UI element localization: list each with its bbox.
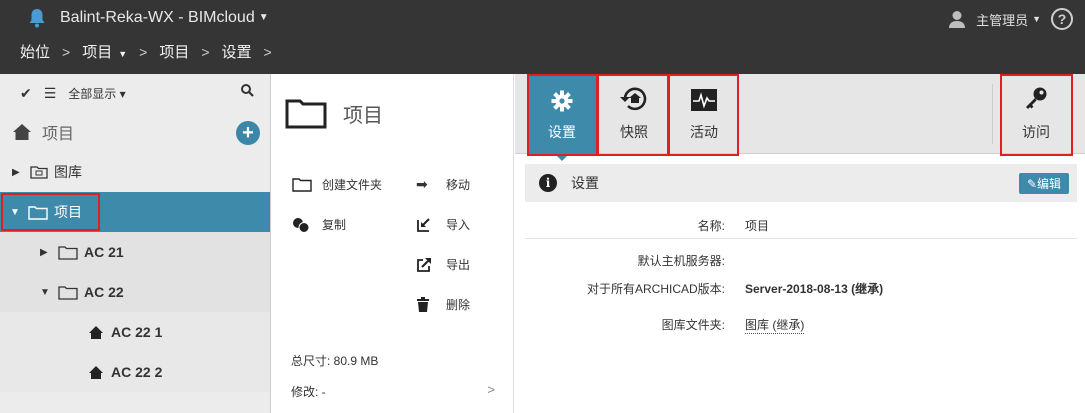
export-button[interactable]: 导出 [416, 256, 470, 273]
chevron-right-icon: > [263, 43, 272, 60]
caret-down-icon: ▼ [1032, 14, 1041, 24]
tab-snapshot[interactable]: 快照 [599, 74, 669, 154]
breadcrumb-item-project[interactable]: 项目 [159, 41, 189, 62]
library-folder-icon [30, 166, 48, 179]
copy-button[interactable]: 复制 [292, 216, 346, 233]
chevron-right-icon: > [62, 43, 71, 60]
settings-section-header: i 设置 ✎ 编辑 [525, 164, 1077, 202]
caret-down-icon: ▼ [118, 49, 128, 59]
gear-icon [551, 90, 573, 112]
user-name: 主管理员 [976, 12, 1029, 28]
tree-item-label: AC 21 [84, 244, 124, 260]
server-title-text: Balint-Reka-WX - BIMcloud [60, 9, 255, 26]
import-button[interactable]: 导入 [416, 216, 470, 233]
chevron-right-icon: > [201, 43, 210, 60]
tab-divider [992, 84, 993, 144]
house-icon [13, 124, 31, 140]
tab-label: 访问 [1022, 124, 1050, 140]
search-icon[interactable] [241, 84, 254, 97]
snapshot-history-icon [620, 87, 647, 111]
bell-icon[interactable] [28, 8, 46, 31]
edit-button[interactable]: ✎ 编辑 [1019, 173, 1069, 194]
list-icon[interactable]: ☰ [44, 85, 57, 102]
tab-label: 快照 [620, 124, 648, 140]
tree-item-project-selected[interactable]: ▼ 项目 [0, 192, 270, 232]
show-all-dropdown[interactable]: 全部显示 ▾ [68, 85, 125, 102]
tab-access[interactable]: 访问 [1001, 74, 1071, 154]
project-settings-panel: 设置 快照 活动 访问 i 设置 ✎ 编辑 名称: 项目 默认主机服务器: 对于所… [515, 74, 1085, 413]
caret-down-icon: ▼ [258, 12, 269, 23]
tree-item-ac21[interactable]: ▶ AC 21 [0, 232, 270, 272]
copy-icon [293, 217, 310, 233]
folder-header: 项目 [272, 74, 513, 152]
prop-archicad-versions-value: Server-2018-08-13 (继承) [745, 282, 884, 296]
folder-icon [58, 245, 78, 260]
checkmark-icon[interactable]: ✔ [20, 85, 32, 102]
project-tree-sidebar: ✔ ☰ 全部显示 ▾ 项目 + ▶ 图库 ▼ 项目 ▶ AC 21 ▼ AC 2… [0, 74, 271, 413]
tree-item-label: 项目 [54, 204, 82, 220]
chevron-right-icon[interactable]: > [487, 382, 495, 397]
total-size: 总尺寸: 80.9 MB [291, 354, 379, 368]
expand-right-icon[interactable]: ▶ [12, 167, 24, 178]
tab-label: 设置 [548, 124, 576, 140]
project-house-icon [89, 365, 103, 379]
breadcrumb-item-start[interactable]: 始位 [20, 41, 50, 62]
folder-icon [292, 178, 312, 192]
folder-title: 项目 [343, 104, 383, 127]
tree-item-label: AC 22 [84, 284, 124, 300]
prop-library-folder-value[interactable]: 图库 (继承) [745, 316, 805, 334]
tab-bar: 设置 快照 活动 访问 [515, 74, 1085, 161]
help-icon[interactable]: ? [1051, 8, 1073, 30]
tree-item-ac22[interactable]: ▼ AC 22 [0, 272, 270, 312]
import-icon [417, 217, 430, 232]
delete-button[interactable]: 删除 [416, 296, 470, 313]
tree-root-label: 项目 [42, 126, 75, 143]
tree-item-label: AC 22 2 [111, 364, 163, 380]
user-menu[interactable]: 主管理员 ▼ ? [948, 8, 1073, 30]
tree-item-label: AC 22 1 [111, 324, 163, 340]
move-button[interactable]: ➡ 移动 [416, 176, 470, 193]
tab-settings[interactable]: 设置 [527, 74, 597, 161]
new-folder-button[interactable]: 创建文件夹 [292, 176, 382, 193]
expand-right-icon[interactable]: ▶ [40, 247, 52, 258]
breadcrumb-item-settings[interactable]: 设置 [222, 41, 252, 62]
chevron-right-icon: > [139, 43, 148, 60]
activity-icon [691, 89, 717, 111]
tree-item-label: 图库 [54, 164, 82, 180]
add-icon[interactable]: + [236, 121, 260, 145]
expand-down-icon[interactable]: ▼ [10, 207, 22, 218]
arrow-right-icon: ➡ [416, 176, 428, 192]
folder-icon [285, 99, 327, 129]
prop-name-value: 项目 [745, 219, 770, 233]
tree-item-ac22-1[interactable]: AC 22 1 [0, 312, 270, 352]
tree-root-projects[interactable]: 项目 + [0, 112, 270, 152]
folder-icon [58, 285, 78, 300]
sidebar-toolbar: ✔ ☰ 全部显示 ▾ [0, 74, 270, 112]
breadcrumb: 始位 > 项目 ▼ > 项目 > 设置 > [20, 41, 284, 62]
breadcrumb-item-projects[interactable]: 项目 ▼ [82, 41, 127, 62]
separator [525, 238, 1077, 239]
modified-info: 修改: - [291, 385, 326, 399]
tab-activity[interactable]: 活动 [669, 74, 739, 154]
tab-label: 活动 [690, 124, 718, 140]
trash-icon [417, 296, 429, 312]
tree-item-library[interactable]: ▶ 图库 [0, 152, 270, 192]
project-house-icon [89, 325, 103, 339]
folder-icon [28, 205, 48, 220]
server-title[interactable]: Balint-Reka-WX - BIMcloud ▼ [60, 9, 269, 27]
user-avatar-icon [949, 11, 966, 28]
info-icon: i [539, 174, 557, 192]
folder-detail-panel: 项目 创建文件夹 ➡ 移动 复制 导入 导出 删除 总尺寸: 80.9 MB 修… [272, 74, 514, 413]
top-bar: Balint-Reka-WX - BIMcloud ▼ 始位 > 项目 ▼ > 项目… [0, 0, 1085, 74]
export-icon [417, 257, 431, 272]
expand-down-icon[interactable]: ▼ [40, 287, 52, 298]
section-title: 设置 [571, 175, 599, 191]
key-icon [1026, 87, 1047, 109]
tree-item-ac22-2[interactable]: AC 22 2 [0, 352, 270, 392]
